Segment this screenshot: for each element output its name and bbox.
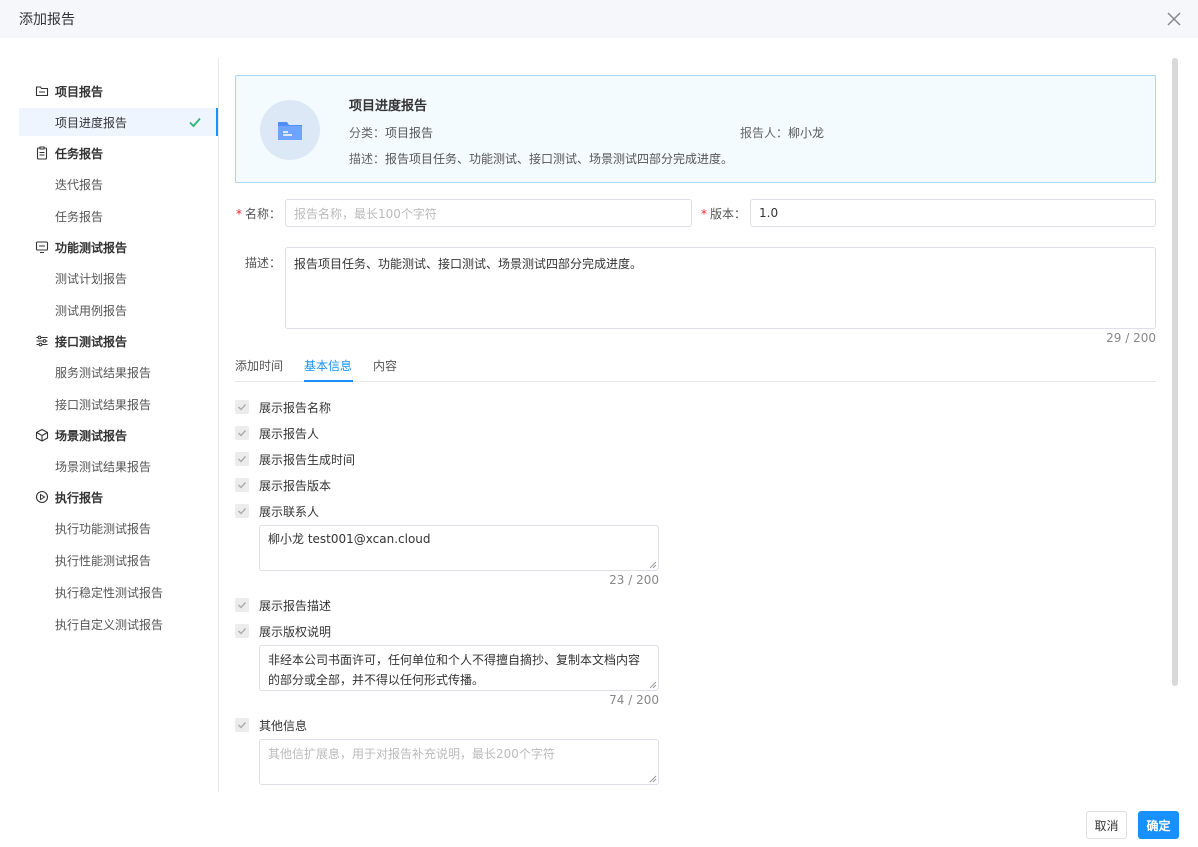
monitor-icon xyxy=(35,240,49,254)
sidebar-group-functional: 功能测试报告 xyxy=(35,237,127,257)
sidebar-item-test-plan[interactable]: 测试计划报告 xyxy=(19,264,218,292)
resize-handle-icon[interactable] xyxy=(649,681,657,689)
checkbox-box[interactable] xyxy=(235,400,249,414)
checkbox-show-copyright[interactable]: 展示版权说明 xyxy=(235,623,331,639)
sidebar-item-exec-functional[interactable]: 执行功能测试报告 xyxy=(19,514,218,542)
checkbox-show-contact[interactable]: 展示联系人 xyxy=(235,503,319,519)
sidebar-group-api: 接口测试报告 xyxy=(35,331,127,351)
resize-handle-icon[interactable] xyxy=(649,775,657,783)
check-icon xyxy=(189,117,201,128)
copyright-counter: 74 / 200 xyxy=(609,693,659,707)
card-reporter: 报告人：柳小龙 xyxy=(740,126,825,140)
checkbox-box[interactable] xyxy=(235,598,249,612)
report-template-card: 项目进度报告 分类：项目报告 报告人：柳小龙 描述：报告项目任务、功能测试、接口… xyxy=(235,75,1156,183)
sidebar-item-project-progress[interactable]: 项目进度报告 xyxy=(19,108,218,136)
sidebar-item-iteration[interactable]: 迭代报告 xyxy=(19,170,218,198)
contact-textarea[interactable]: 柳小龙 test001@xcan.cloud xyxy=(259,525,659,571)
sidebar-item-service-result[interactable]: 服务测试结果报告 xyxy=(19,358,218,386)
checkbox-box[interactable] xyxy=(235,718,249,732)
gear-play-icon xyxy=(35,490,49,504)
checkbox-show-reporter[interactable]: 展示报告人 xyxy=(235,425,319,441)
sidebar-group-scenario: 场景测试报告 xyxy=(35,425,127,445)
description-textarea[interactable]: 报告项目任务、功能测试、接口测试、场景测试四部分完成进度。 xyxy=(285,247,1156,329)
tab-add-time[interactable]: 添加时间 xyxy=(235,357,283,374)
checkbox-show-name[interactable]: 展示报告名称 xyxy=(235,399,331,415)
checkbox-box[interactable] xyxy=(235,624,249,638)
checkbox-box[interactable] xyxy=(235,426,249,440)
sidebar-group-execution: 执行报告 xyxy=(35,487,103,507)
version-input[interactable]: 1.0 xyxy=(750,199,1156,227)
folder-icon xyxy=(35,84,49,98)
dialog-title: 添加报告 xyxy=(19,12,75,28)
confirm-button[interactable]: 确定 xyxy=(1138,811,1179,839)
tab-basic-info[interactable]: 基本信息 xyxy=(304,357,352,374)
tab-ink-bar xyxy=(304,380,353,382)
copyright-textarea[interactable]: 非经本公司书面许可，任何单位和个人不得擅自摘抄、复制本文档内容的部分或全部，并不… xyxy=(259,645,659,691)
version-label: * 版本： xyxy=(700,207,746,221)
checkbox-show-description[interactable]: 展示报告描述 xyxy=(235,597,331,613)
sidebar-item-exec-stability[interactable]: 执行稳定性测试报告 xyxy=(19,578,218,606)
clipboard-icon xyxy=(35,146,49,160)
checkbox-show-time[interactable]: 展示报告生成时间 xyxy=(235,451,355,467)
cancel-button[interactable]: 取消 xyxy=(1086,811,1127,839)
sidebar-item-api-result[interactable]: 接口测试结果报告 xyxy=(19,390,218,418)
settings-tabs: 添加时间 基本信息 内容 xyxy=(235,354,1156,382)
card-category: 分类：项目报告 xyxy=(349,126,434,140)
name-label: * 名称： xyxy=(235,207,281,221)
sidebar-item-exec-performance[interactable]: 执行性能测试报告 xyxy=(19,546,218,574)
content-scrollbar[interactable] xyxy=(1172,58,1178,686)
card-description: 描述：报告项目任务、功能测试、接口测试、场景测试四部分完成进度。 xyxy=(349,152,734,166)
sidebar-item-task[interactable]: 任务报告 xyxy=(19,202,218,230)
add-report-dialog: 添加报告 项目报告 项目进度报告 任务报告 迭代报告 任务报告 功能测试报告 测… xyxy=(0,0,1198,847)
resize-handle-icon[interactable] xyxy=(649,561,657,569)
sidebar-group-task: 任务报告 xyxy=(35,143,103,163)
checkbox-box[interactable] xyxy=(235,452,249,466)
other-info-textarea[interactable]: 其他信扩展息，用于对报告补充说明，最长200个字符 xyxy=(259,739,659,785)
tab-content[interactable]: 内容 xyxy=(373,357,397,374)
card-title: 项目进度报告 xyxy=(349,99,428,114)
contact-counter: 23 / 200 xyxy=(609,573,659,587)
sidebar-group-project: 项目报告 xyxy=(35,81,103,101)
sidebar-item-test-case[interactable]: 测试用例报告 xyxy=(19,296,218,324)
description-label: 描述： xyxy=(244,256,281,270)
checkbox-other-info[interactable]: 其他信息 xyxy=(235,717,307,733)
checkbox-box[interactable] xyxy=(235,504,249,518)
cube-icon xyxy=(35,428,49,442)
folder-icon xyxy=(260,100,320,160)
name-input[interactable]: 报告名称，最长100个字符 xyxy=(285,199,692,227)
checkbox-box[interactable] xyxy=(235,478,249,492)
close-icon[interactable] xyxy=(1166,11,1182,27)
sidebar-item-exec-custom[interactable]: 执行自定义测试报告 xyxy=(19,610,218,638)
sidebar-item-scenario-result[interactable]: 场景测试结果报告 xyxy=(19,452,218,480)
description-counter: 29 / 200 xyxy=(1106,331,1156,345)
sliders-icon xyxy=(35,334,49,348)
checkbox-show-version[interactable]: 展示报告版本 xyxy=(235,477,331,493)
dialog-header: 添加报告 xyxy=(0,0,1198,38)
